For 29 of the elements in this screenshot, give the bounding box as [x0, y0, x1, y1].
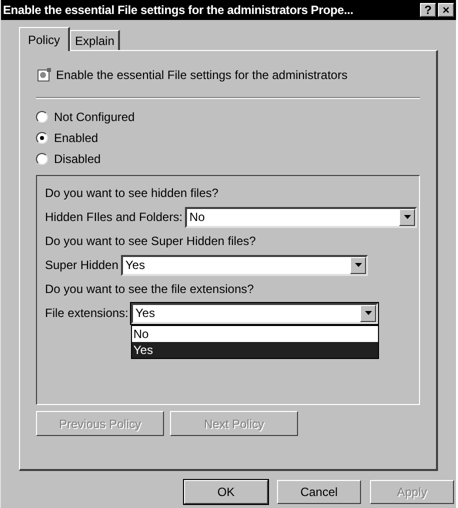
radio-button[interactable]: [36, 153, 48, 165]
dropdown[interactable]: Yes: [121, 254, 368, 276]
question-text: Do you want to see hidden files?: [45, 185, 220, 202]
tab[interactable]: Explain: [70, 30, 120, 50]
radio-button[interactable]: [36, 132, 48, 144]
dropdown[interactable]: No: [185, 206, 418, 228]
radio-label: Not Configured: [54, 109, 135, 126]
radio-label: Enabled: [54, 130, 98, 147]
dialog-button[interactable]: Cancel: [277, 480, 361, 504]
field-label: Super Hidden: [45, 257, 118, 274]
field-label: Hidden FIles and Folders:: [45, 209, 182, 226]
policy-icon: [36, 67, 52, 83]
tab[interactable]: Policy: [19, 27, 70, 51]
dropdown-option[interactable]: Yes: [132, 342, 378, 358]
policy-name: Enable the essential File settings for the administrators: [56, 67, 348, 84]
dropdown-value: No: [188, 209, 206, 226]
dropdown-value: Yes: [124, 257, 146, 274]
help-button[interactable]: ?: [420, 3, 436, 17]
question-text: Do you want to see the file extensions?: [45, 281, 255, 298]
window-title: Enable the essential File settings for the administrators Prope...: [3, 2, 354, 19]
dropdown[interactable]: Yes: [131, 302, 378, 324]
question-text: Do you want to see Super Hidden files?: [45, 233, 257, 250]
field-label: File extensions:: [45, 305, 128, 322]
dropdown-option[interactable]: No: [132, 326, 378, 342]
radio-label: Disabled: [54, 151, 101, 168]
close-button[interactable]: ×: [438, 3, 454, 17]
radio-button[interactable]: [36, 111, 48, 123]
dialog-button[interactable]: OK: [184, 480, 268, 504]
dropdown-value: Yes: [134, 305, 156, 322]
